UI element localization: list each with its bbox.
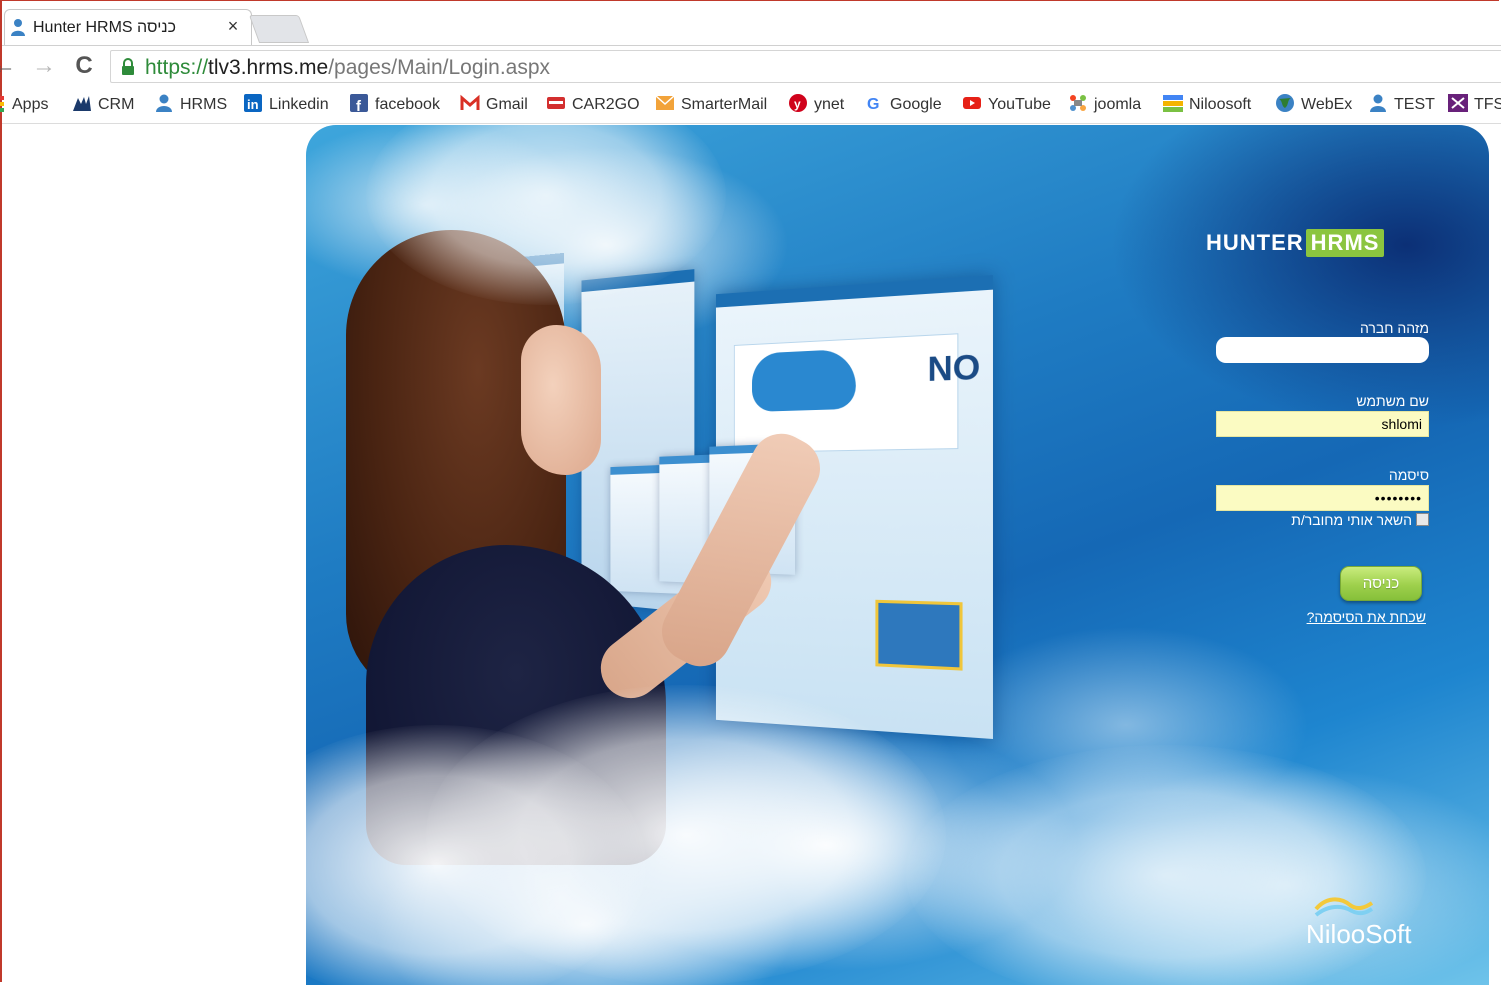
bookmark-google[interactable]: G Google [864,94,942,116]
bookmark-niloosoft[interactable]: Niloosoft [1163,94,1251,116]
reload-icon[interactable]: C [70,52,98,80]
bookmark-hrms[interactable]: HRMS [154,94,227,116]
bookmark-label: Gmail [486,96,528,113]
niloosoft-icon [1163,95,1183,112]
new-tab-button[interactable] [248,15,310,43]
bookmark-label: TFS [1474,96,1501,113]
remember-me-row: השאר אותי מחובר/ת [1266,512,1429,530]
bookmark-linkedin[interactable]: in Linkedin [243,94,329,116]
webex-globe-icon [1276,94,1294,112]
bookmark-label: Niloosoft [1189,96,1252,113]
bookmark-youtube[interactable]: YouTube [962,94,1051,116]
visual-studio-icon [1448,94,1468,112]
svg-text:in: in [247,97,259,112]
url-host: tlv3.hrms.me [208,56,329,79]
login-button[interactable]: כניסה [1340,566,1422,601]
person-icon [156,94,172,112]
hero-promo-text: NO [927,347,981,390]
url-text: https://tlv3.hrms.me/pages/Main/Login.as… [145,56,550,80]
company-id-label: מזהה חברה [1359,320,1429,336]
bookmark-label: HRMS [180,96,228,113]
password-input[interactable] [1216,485,1429,511]
niloosoft-wave-icon [1314,897,1374,917]
remember-me-checkbox[interactable] [1416,513,1429,526]
bookmark-label: Google [890,96,942,113]
bookmark-label: CAR2GO [572,96,640,113]
bookmark-webex[interactable]: WebEx [1275,94,1352,116]
login-panel: NO HUNTERHRMS מזהה חברה שם משתמש סיסמה ה… [306,125,1489,985]
cloud-icon [752,348,856,412]
youtube-icon [963,97,981,109]
url-scheme: https:// [145,56,209,79]
hero-person-face [521,325,601,475]
logo-hrms-badge: HRMS [1305,229,1385,257]
address-bar[interactable]: https://tlv3.hrms.me/pages/Main/Login.as… [110,50,1501,83]
bookmark-tfs[interactable]: TFS [1448,94,1501,116]
tab-strip: Hunter HRMS כניסה × [2,1,1501,46]
logo-hunter-text: HUNTER [1206,230,1304,255]
facebook-icon: f [350,94,368,112]
url-path: /pages/Main/Login.aspx [328,56,551,79]
bookmark-joomla[interactable]: joomla [1068,94,1141,116]
bookmark-label: CRM [98,96,135,113]
bookmark-gmail[interactable]: Gmail [460,94,528,116]
svg-text:G: G [867,96,879,112]
bookmark-facebook[interactable]: f facebook [349,94,440,116]
bookmark-label: facebook [375,96,440,113]
niloosoft-logo: NilooSoft [1306,895,1426,955]
person-icon [1370,94,1386,112]
apps-grid-icon [0,96,4,112]
joomla-icon [1070,95,1086,111]
bookmark-test[interactable]: TEST [1368,94,1435,116]
company-id-input[interactable] [1216,337,1429,363]
ynet-icon: y [789,94,807,112]
niloosoft-text: NilooSoft [1306,919,1412,949]
tab-title: Hunter HRMS כניסה [33,19,176,36]
linkedin-icon: in [244,94,262,112]
tab-active[interactable]: Hunter HRMS כניסה × [4,9,252,45]
bookmark-label: Apps [12,96,49,113]
forgot-password-link[interactable]: שכחת את הסיסמה? [1296,609,1426,625]
bookmark-car2go[interactable]: CAR2GO [546,94,640,116]
forward-arrow-icon[interactable]: → [30,52,58,80]
bookmark-smartermail[interactable]: SmarterMail [655,94,767,116]
bookmark-label: TEST [1394,96,1435,113]
mail-envelope-icon [655,95,675,110]
username-input[interactable] [1216,411,1429,437]
hunter-hrms-logo: HUNTER HRMS [1206,229,1385,261]
close-tab-icon[interactable]: × [223,16,243,37]
car2go-icon [547,97,565,109]
username-label: שם משתמש [1356,393,1429,409]
browser-window: Hunter HRMS כניסה × ← → C https://tlv3.h… [0,0,1501,985]
bookmark-apps[interactable]: Apps [0,94,48,116]
bookmark-label: WebEx [1301,96,1353,113]
bookmarks-bar: Apps CRM HRMS in Linkedin f facebook Gmail… [0,87,1501,124]
svg-text:y: y [794,97,801,111]
bookmark-label: Linkedin [269,96,329,113]
bookmark-label: joomla [1094,96,1142,113]
bookmark-ynet[interactable]: y ynet [788,94,844,116]
remember-me-label: השאר אותי מחובר/ת [1291,512,1412,528]
back-arrow-icon[interactable]: ← [0,52,18,80]
hero-mini-form [875,599,963,671]
bookmark-label: YouTube [988,96,1051,113]
lock-icon [122,58,134,75]
person-icon [11,19,25,36]
bookmark-label: ynet [814,96,845,113]
dynamics-crm-icon [73,96,91,111]
bookmark-label: SmarterMail [681,96,768,113]
gmail-icon [460,94,480,110]
bookmark-crm[interactable]: CRM [72,94,134,116]
navigation-toolbar: ← → C https://tlv3.hrms.me/pages/Main/Lo… [0,46,1501,86]
google-icon: G [867,96,879,112]
password-label: סיסמה [1388,467,1429,483]
